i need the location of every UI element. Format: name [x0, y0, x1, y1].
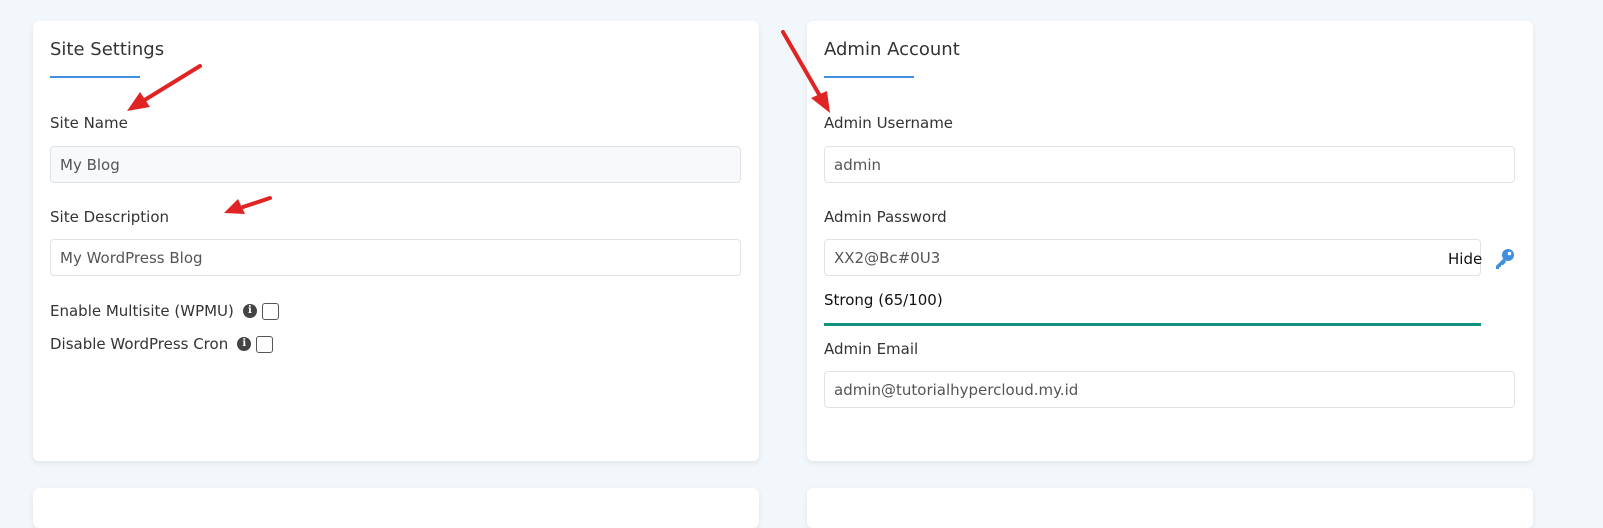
admin-username-input[interactable]: admin: [824, 146, 1515, 183]
site-description-label: Site Description: [50, 208, 169, 226]
title-underline: [50, 76, 140, 78]
admin-account-title: Admin Account: [824, 39, 960, 60]
site-settings-title: Site Settings: [50, 39, 165, 60]
admin-email-label: Admin Email: [824, 340, 919, 358]
enable-multisite-row: Enable Multisite (WPMU) i: [50, 302, 279, 320]
site-name-input[interactable]: My Blog: [50, 146, 741, 183]
key-icon[interactable]: [1493, 247, 1517, 271]
admin-email-input[interactable]: admin@tutorialhypercloud.my.id: [824, 371, 1515, 408]
admin-password-label: Admin Password: [824, 208, 947, 226]
disable-cron-checkbox[interactable]: [256, 335, 274, 353]
info-icon[interactable]: i: [237, 337, 252, 351]
hide-password-button[interactable]: Hide: [1448, 250, 1482, 268]
disable-cron-row: Disable WordPress Cron i: [50, 335, 274, 353]
next-section-card-right: [807, 488, 1533, 528]
info-icon[interactable]: i: [242, 304, 257, 318]
admin-password-input[interactable]: XX2@Bc#0U3: [824, 239, 1481, 276]
password-strength-text: Strong (65/100): [824, 291, 943, 309]
admin-account-card: Admin Account Admin Username admin Admin…: [807, 21, 1533, 461]
title-underline: [824, 76, 914, 78]
enable-multisite-label: Enable Multisite (WPMU): [50, 302, 234, 320]
site-name-label: Site Name: [50, 114, 128, 132]
site-settings-card: Site Settings Site Name My Blog Site Des…: [33, 21, 759, 461]
enable-multisite-checkbox[interactable]: [261, 302, 279, 320]
password-strength-bar: [824, 323, 1481, 326]
disable-cron-label: Disable WordPress Cron: [50, 335, 229, 353]
admin-username-label: Admin Username: [824, 114, 954, 132]
site-description-input[interactable]: My WordPress Blog: [50, 239, 741, 276]
next-section-card-left: [33, 488, 759, 528]
